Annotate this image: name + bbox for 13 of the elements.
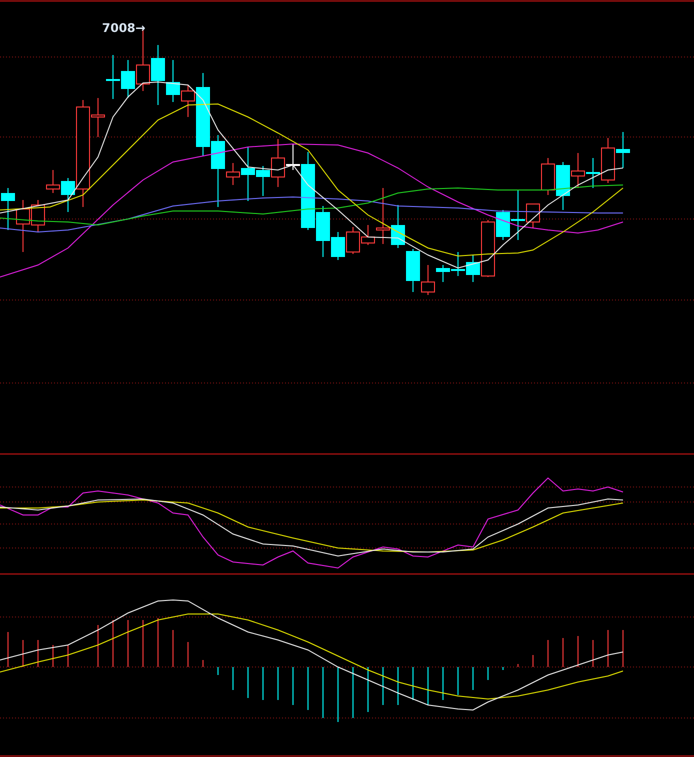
candlestick <box>346 226 360 254</box>
candlestick <box>391 204 405 248</box>
candlestick <box>556 162 570 210</box>
candlestick <box>616 132 630 168</box>
candlestick <box>571 152 585 188</box>
candlestick <box>1 188 15 230</box>
candlestick <box>451 252 465 276</box>
candlestick <box>541 158 555 196</box>
candlestick <box>406 248 420 292</box>
candlestick <box>151 44 165 106</box>
candlestick <box>166 60 180 102</box>
candlestick <box>106 54 120 100</box>
high-price-label: 7008→ <box>102 21 146 35</box>
